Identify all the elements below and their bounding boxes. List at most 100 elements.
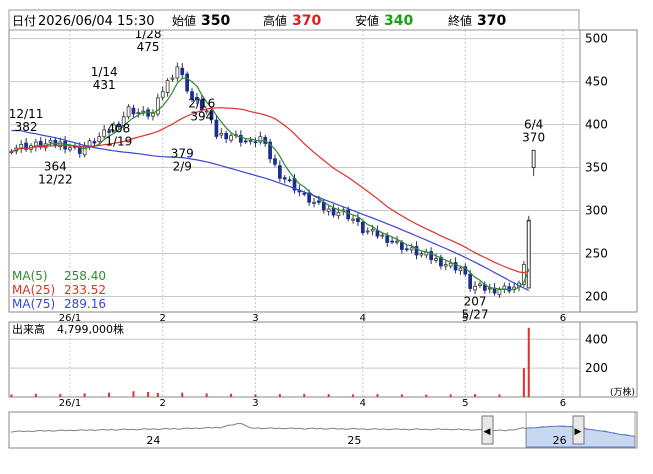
volume-bar	[132, 391, 135, 397]
volume-bar	[327, 394, 330, 397]
candle-body	[478, 283, 482, 287]
price-axis-tick-label: 500	[585, 32, 608, 46]
navigator-right-handle[interactable]: ▶	[572, 415, 585, 445]
candle-body	[92, 141, 97, 144]
candle-body	[302, 192, 307, 195]
volume-bar	[181, 392, 184, 397]
candle-body	[312, 201, 316, 204]
volume-x-tick-label: 4	[360, 398, 366, 409]
candle-body	[68, 147, 72, 151]
candle-body	[404, 248, 409, 251]
candle-body	[224, 132, 229, 140]
volume-latest: 4,799,000株	[57, 322, 124, 336]
candle-body	[385, 235, 390, 243]
price-axis-tick-label: 250	[585, 247, 608, 261]
price-axis-tick-label: 450	[585, 75, 608, 89]
candle-body	[248, 139, 253, 142]
jump-candle-body	[526, 220, 531, 289]
date-label: 日付	[12, 14, 36, 28]
volume-axis-tick-label: 200	[585, 361, 608, 375]
open-value: 350	[201, 13, 230, 29]
candle-body	[351, 218, 355, 221]
price-axis-tick-label: 400	[585, 118, 608, 132]
candle-body	[185, 73, 189, 92]
volume-bar	[108, 392, 111, 397]
volume-unit: (万株)	[610, 386, 635, 398]
high-value: 370	[292, 13, 321, 29]
candle-body	[395, 240, 399, 243]
volume-bar	[474, 394, 477, 397]
annotation-value: 364	[44, 160, 67, 174]
candle-body	[214, 119, 219, 137]
candle-body	[131, 107, 136, 115]
navigator-year-label: 25	[347, 434, 361, 447]
candle-body	[175, 66, 180, 79]
candle-body	[375, 230, 380, 237]
candle-body	[277, 165, 282, 179]
candle-body	[443, 264, 448, 267]
candle-body	[136, 112, 141, 114]
annotation-value: 431	[93, 78, 116, 92]
stock-chart: 500 450 400 350 300 250 200 26/1 26/1 2 2 3 3 4 4 5 5 6 6 4…	[0, 0, 653, 470]
volume-bar	[400, 394, 403, 397]
volume-label: 出来高	[12, 322, 45, 336]
candle-body	[180, 67, 185, 76]
volume-bar	[498, 394, 501, 397]
candle-body	[170, 77, 175, 80]
volume-x-tick-label: 26/1	[59, 398, 81, 409]
volume-x-tick-label: 2	[160, 398, 166, 409]
candle-body	[346, 209, 351, 220]
volume-bar	[449, 394, 452, 397]
volume-x-tick-label: 5	[462, 398, 468, 409]
close-label: 終値	[448, 13, 472, 28]
volume-bar	[303, 393, 306, 397]
candle-body	[146, 109, 150, 117]
volume-x-tick-label: 3	[252, 398, 258, 409]
candle-body	[219, 132, 224, 136]
volume-bar	[522, 368, 525, 397]
candle-body	[321, 201, 326, 211]
datetime-value: 2026/06/04 15:30	[38, 14, 155, 29]
annotation-date: 12/11	[9, 107, 44, 121]
volume-bar	[156, 392, 159, 397]
navigator-year-label: 26	[553, 434, 567, 447]
volume-bar	[10, 394, 13, 397]
annotation-value: 379	[171, 147, 194, 161]
candle-body	[400, 242, 404, 250]
candle-body	[126, 106, 131, 118]
candle-body	[48, 139, 53, 143]
open-label: 始値	[172, 13, 196, 28]
volume-bar	[59, 394, 62, 397]
volume-bar	[34, 393, 37, 397]
candle-body	[473, 285, 477, 291]
navigator-year-label: 24	[146, 434, 160, 447]
price-x-tick-label: 2	[160, 313, 166, 324]
annotation-value: 394	[190, 110, 213, 124]
candle-body	[434, 258, 438, 261]
volume-bar	[527, 327, 530, 397]
candle-body	[160, 91, 165, 98]
candle-body	[380, 234, 385, 237]
navigator-left-handle[interactable]: ◀	[481, 415, 494, 445]
price-x-tick-label: 4	[360, 313, 366, 324]
volume-bar	[254, 394, 257, 397]
candle-body	[326, 208, 331, 212]
close-value: 370	[477, 13, 506, 29]
annotation-value: 408	[107, 122, 130, 136]
low-value: 340	[384, 13, 413, 29]
annotation-value: 382	[15, 120, 38, 134]
price-axis-tick-label: 350	[585, 161, 608, 175]
candle-body	[243, 140, 248, 143]
volume-bar	[278, 394, 281, 397]
annotation-date: 2/16	[188, 97, 215, 111]
handle-right-arrow-icon: ▶	[575, 427, 582, 437]
candle-body	[317, 200, 321, 203]
annotation-value: 475	[137, 40, 160, 54]
ma5-value: 258.40	[64, 269, 106, 283]
candle-body	[282, 177, 287, 180]
ma75-name: MA(75)	[12, 297, 55, 311]
candle-body	[97, 136, 102, 143]
volume-bar	[352, 394, 355, 397]
candle-body	[502, 285, 507, 290]
handle-left-arrow-icon: ◀	[484, 427, 491, 437]
